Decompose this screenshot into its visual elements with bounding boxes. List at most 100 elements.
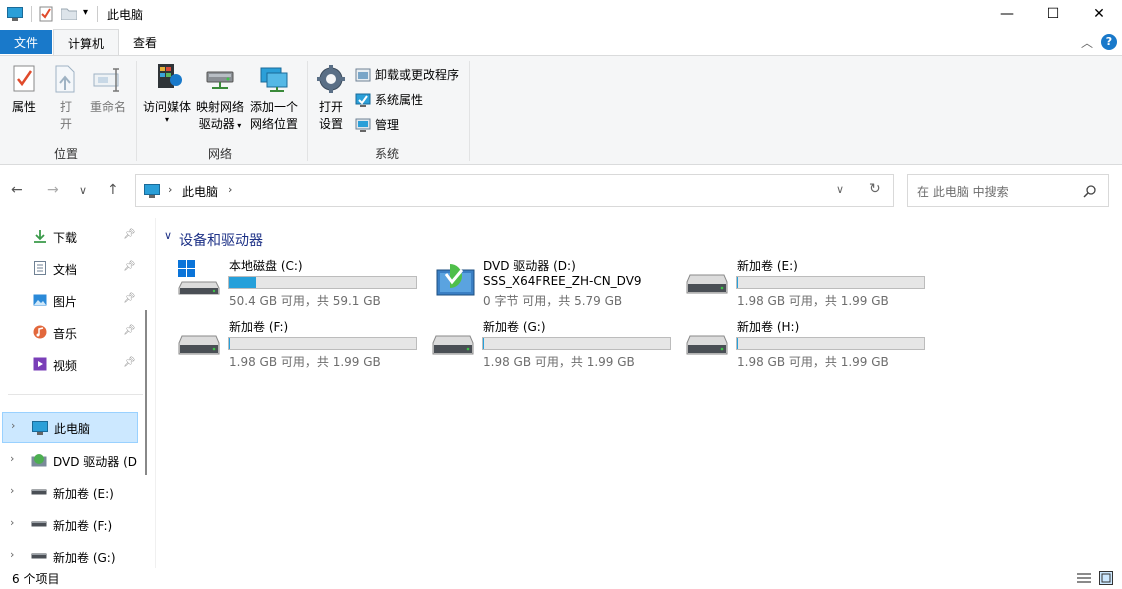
rename-button[interactable]: 重命名 (88, 64, 128, 116)
network-drive-icon (206, 71, 234, 89)
open-button[interactable]: 打 开 (50, 64, 82, 133)
up-button[interactable]: ↑ (107, 182, 119, 198)
ribbon-separator (307, 61, 308, 161)
add-location-label-1: 添加一个 (249, 100, 298, 114)
customize-quick-access-icon[interactable]: ▾ (83, 7, 88, 18)
nav-label: 文档 (53, 263, 78, 277)
tree-item-drive-e[interactable]: › 新加卷 (E:) (0, 477, 140, 507)
maximize-button[interactable]: ☐ (1030, 0, 1076, 28)
access-media-button[interactable]: 访问媒体 ▾ (141, 62, 193, 124)
network-location-icon (260, 67, 288, 92)
large-icons-view-icon[interactable] (1099, 571, 1113, 585)
download-icon (34, 230, 46, 243)
drive-icon (686, 274, 728, 294)
search-box[interactable]: 在 此电脑 中搜索 (907, 174, 1109, 207)
pin-icon[interactable]: 📌︎ (123, 357, 136, 368)
drive-usage-fill (483, 338, 484, 349)
pin-icon[interactable]: 📌︎ (123, 261, 136, 272)
nav-scrollbar-thumb[interactable] (145, 310, 147, 475)
drive-tile-f[interactable]: 新加卷 (F:) 1.98 GB 可用，共 1.99 GB (176, 316, 421, 369)
breadcrumb-this-pc[interactable]: 此电脑 (182, 183, 218, 200)
rename-label: 重命名 (89, 100, 126, 114)
drive-usage-fill (229, 338, 230, 349)
collapse-ribbon-icon[interactable]: ︿ (1081, 34, 1093, 51)
expand-chevron-icon[interactable]: › (11, 419, 15, 432)
help-icon[interactable]: ? (1101, 34, 1117, 50)
drive-tile-c[interactable]: 本地磁盘 (C:) 50.4 GB 可用，共 59.1 GB (176, 255, 421, 308)
section-title: 设备和驱动器 (179, 233, 263, 249)
rename-icon (93, 68, 119, 92)
ribbon-tabs: 文件 计算机 查看 ︿ ? (0, 28, 1122, 56)
tab-file[interactable]: 文件 (0, 30, 52, 54)
quick-access-downloads[interactable]: 下载 📌︎ (0, 221, 140, 251)
tree-item-this-pc[interactable]: › 此电脑 (2, 412, 138, 443)
tree-item-drive-f[interactable]: › 新加卷 (F:) (0, 509, 140, 539)
forward-button[interactable]: → (47, 182, 59, 198)
tree-item-drive-g[interactable]: › 新加卷 (G:) (0, 541, 140, 571)
expand-chevron-icon[interactable]: › (10, 548, 14, 561)
manage-button[interactable]: 管理 (355, 116, 399, 133)
pin-icon[interactable]: 📌︎ (123, 229, 136, 240)
drive-usage-bar (228, 276, 417, 289)
access-media-dropdown-icon: ▾ (164, 115, 169, 124)
pc-icon (144, 184, 160, 198)
system-properties-button[interactable]: 系统属性 (355, 91, 423, 108)
video-icon (33, 357, 47, 371)
add-network-location-button[interactable]: 添加一个 网络位置 (247, 64, 301, 133)
back-button[interactable]: ← (11, 182, 23, 198)
drive-tile-g[interactable]: 新加卷 (G:) 1.98 GB 可用，共 1.99 GB (430, 316, 675, 369)
quick-access-videos[interactable]: 视频 📌︎ (0, 349, 140, 379)
quick-access-music[interactable]: 音乐 📌︎ (0, 317, 140, 347)
window-title: 此电脑 (107, 8, 144, 22)
ribbon-separator (469, 61, 470, 161)
expand-chevron-icon[interactable]: › (10, 484, 14, 497)
properties-icon (13, 65, 35, 92)
picture-icon (33, 294, 47, 306)
recent-locations-button[interactable]: ∨ (79, 184, 87, 197)
drive-tile-e[interactable]: 新加卷 (E:) 1.98 GB 可用，共 1.99 GB (684, 255, 929, 308)
search-input[interactable]: 在 此电脑 中搜索 (917, 183, 1009, 200)
tab-computer[interactable]: 计算机 (53, 29, 119, 56)
close-button[interactable]: ✕ (1076, 0, 1122, 28)
expand-chevron-icon[interactable]: › (10, 516, 14, 529)
quick-access-documents[interactable]: 文档 📌︎ (0, 253, 140, 283)
section-collapse-icon[interactable]: ∨ (164, 229, 172, 242)
map-network-drive-button[interactable]: 映射网络 驱动器 ▾ (194, 64, 246, 134)
properties-button[interactable]: 属性 (6, 64, 42, 116)
drive-usage-fill (737, 338, 738, 349)
drive-icon (31, 553, 47, 559)
dvd-drive-icon (436, 264, 475, 296)
drive-icon (178, 335, 220, 355)
drive-tile-h[interactable]: 新加卷 (H:) 1.98 GB 可用，共 1.99 GB (684, 316, 929, 369)
minimize-button[interactable]: — (984, 0, 1030, 28)
refresh-icon[interactable]: ↻ (869, 181, 881, 197)
open-settings-button[interactable]: 打开 设置 (313, 64, 349, 133)
windows-drive-icon (178, 260, 220, 295)
uninstall-label: 卸载或更改程序 (375, 68, 460, 82)
pin-icon[interactable]: 📌︎ (123, 325, 136, 336)
nav-label: 音乐 (53, 327, 78, 341)
tab-view[interactable]: 查看 (120, 30, 170, 54)
properties-quick-icon[interactable] (39, 6, 53, 22)
pc-icon (32, 421, 48, 435)
document-icon (34, 261, 46, 275)
address-bar[interactable]: › 此电脑 › ∨ ↻ (135, 174, 894, 207)
pane-divider[interactable] (155, 218, 156, 568)
quick-access-pictures[interactable]: 图片 📌︎ (0, 285, 140, 315)
tree-item-dvd[interactable]: › DVD 驱动器 (D (0, 445, 140, 475)
drive-tile-d[interactable]: DVD 驱动器 (D:) SSS_X64FREE_ZH-CN_DV9 0 字节 … (432, 255, 677, 308)
details-view-icon[interactable] (1077, 573, 1091, 584)
nav-divider (8, 394, 143, 395)
pin-icon[interactable]: 📌︎ (123, 293, 136, 304)
title-bar: ▾ 此电脑 — ☐ ✕ (0, 0, 1122, 28)
expand-chevron-icon[interactable]: › (10, 452, 14, 465)
address-dropdown-icon[interactable]: ∨ (836, 183, 844, 196)
new-folder-quick-icon[interactable] (61, 8, 77, 20)
music-icon (33, 325, 47, 339)
map-drive-dropdown-icon: ▾ (234, 121, 242, 130)
breadcrumb-chevron-icon[interactable]: › (228, 183, 232, 196)
uninstall-program-button[interactable]: 卸载或更改程序 (355, 66, 459, 83)
drive-usage-fill (229, 277, 257, 288)
breadcrumb-chevron-icon[interactable]: › (168, 183, 172, 196)
drive-name: DVD 驱动器 (D:) (483, 259, 576, 273)
